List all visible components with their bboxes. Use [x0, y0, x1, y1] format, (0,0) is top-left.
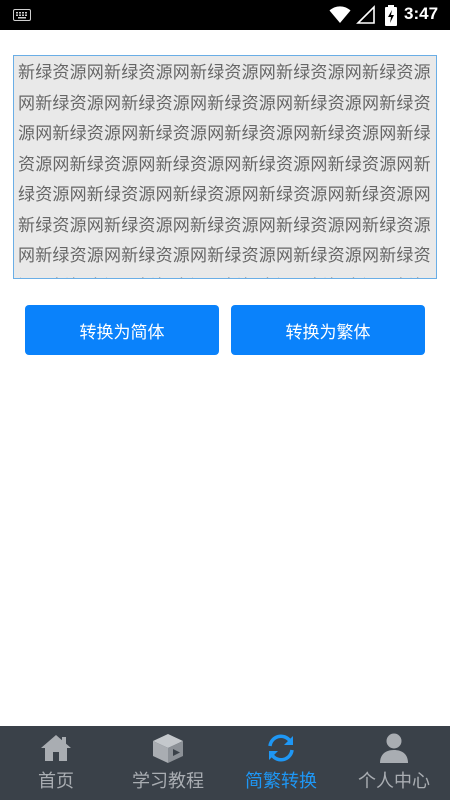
tab-home-label: 首页	[38, 771, 74, 792]
signal-icon	[356, 5, 375, 24]
convert-to-simplified-button[interactable]: 转换为简体	[25, 305, 219, 355]
keyboard-icon	[13, 9, 31, 21]
tab-profile-label: 个人中心	[358, 771, 430, 792]
tab-tutorials[interactable]: 学习教程	[112, 726, 224, 800]
bottom-tab-bar: 首页 学习教程 简繁转换 个人中心	[0, 726, 450, 800]
tab-convert[interactable]: 简繁转换	[225, 726, 337, 800]
tab-tutorials-label: 学习教程	[132, 771, 204, 792]
status-time: 3:47	[404, 4, 439, 23]
wifi-icon	[329, 6, 351, 23]
status-bar: 3:47	[0, 0, 450, 30]
battery-charging-icon	[385, 5, 397, 26]
box-icon	[153, 734, 183, 763]
tab-profile[interactable]: 个人中心	[338, 726, 450, 800]
convert-to-traditional-button[interactable]: 转换为繁体	[231, 305, 425, 355]
home-icon	[41, 735, 71, 761]
tab-home[interactable]: 首页	[0, 726, 112, 800]
text-content: 新绿资源网新绿资源网新绿资源网新绿资源网新绿资源网新绿资源网新绿资源网新绿资源网…	[18, 63, 431, 278]
refresh-icon	[268, 734, 294, 762]
text-input-area[interactable]: 新绿资源网新绿资源网新绿资源网新绿资源网新绿资源网新绿资源网新绿资源网新绿资源网…	[13, 55, 437, 279]
person-icon	[380, 733, 408, 763]
tab-convert-label: 简繁转换	[245, 771, 317, 792]
